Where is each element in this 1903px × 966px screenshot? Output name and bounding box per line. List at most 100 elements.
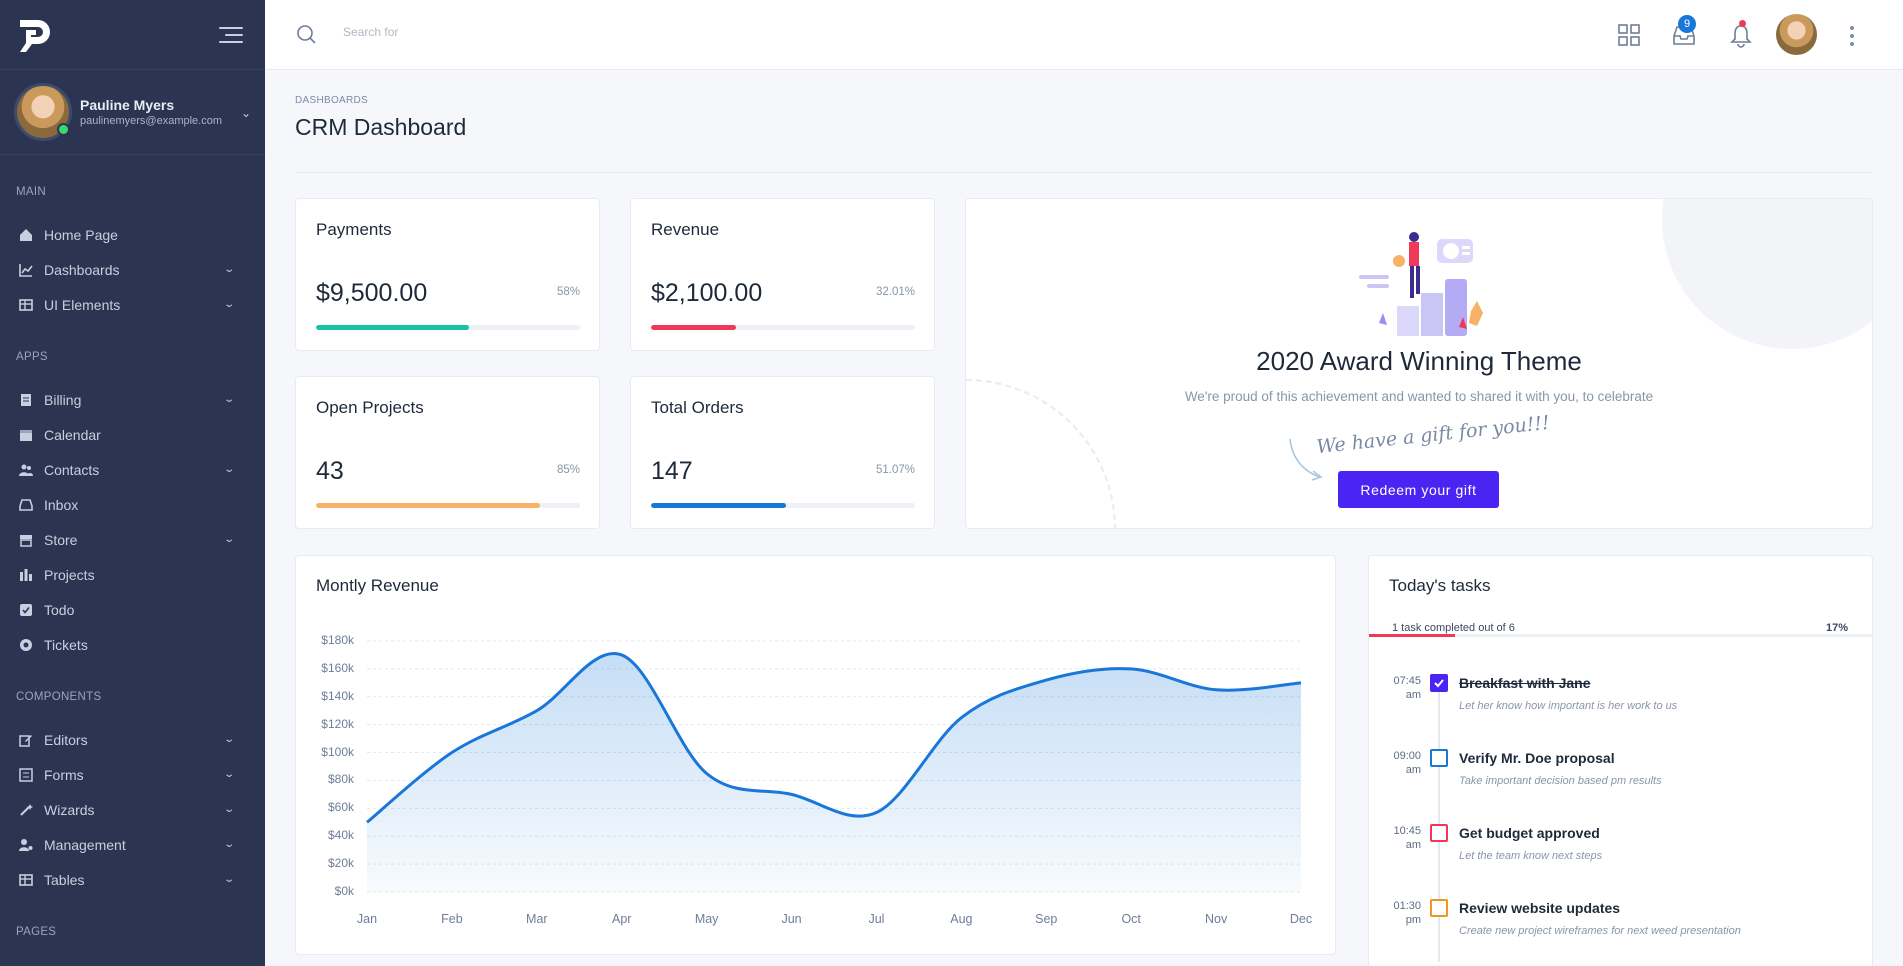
task-checkbox[interactable] <box>1430 749 1448 767</box>
task-time: 10:45 am <box>1393 825 1421 851</box>
sidebar-item-dashboards[interactable]: Dashboards ⌄ <box>0 252 265 287</box>
sidebar-section-components: Components <box>16 691 102 703</box>
search-input[interactable] <box>343 25 643 39</box>
sidebar-item-tables[interactable]: Tables ⌄ <box>0 862 265 897</box>
task-checkbox[interactable] <box>1430 899 1448 917</box>
stat-progress-fill <box>651 503 786 508</box>
sidebar-item-label: Home Page <box>44 226 118 243</box>
data-point-feb[interactable] <box>446 747 458 759</box>
chevron-down-icon: ⌄ <box>222 839 235 850</box>
sidebar-item-tickets[interactable]: Tickets <box>0 627 265 662</box>
gift-text: We have a gift for you!!! <box>1315 411 1551 459</box>
stat-percent: 51.07% <box>875 464 915 476</box>
stat-card-payments: Payments $9,500.00 58% <box>295 198 600 351</box>
stat-percent: 32.01% <box>875 286 915 298</box>
tasks-percent: 17% <box>1825 622 1848 634</box>
sidebar-section-pages: Pages <box>16 926 57 938</box>
menu-toggle-icon[interactable] <box>217 26 243 43</box>
divider <box>295 172 1873 173</box>
sidebar-item-contacts[interactable]: Contacts ⌄ <box>0 452 265 487</box>
chevron-down-icon[interactable]: ⌄ <box>241 106 251 120</box>
sidebar-item-wizards[interactable]: Wizards ⌄ <box>0 792 265 827</box>
stat-value: $2,100.00 <box>651 279 763 307</box>
topbar <box>265 0 1903 70</box>
award-illustration-icon <box>1359 232 1483 336</box>
stat-card-total-orders: Total Orders 147 51.07% <box>630 376 935 529</box>
notification-dot <box>1739 20 1746 27</box>
sidebar-user[interactable]: Pauline Myers paulinemyers@example.com ⌄ <box>0 70 265 155</box>
more-vertical-icon[interactable] <box>1849 26 1855 46</box>
breadcrumb[interactable]: DASHBOARDS <box>295 95 368 106</box>
chevron-down-icon: ⌄ <box>222 534 235 545</box>
sidebar-item-label: Wizards <box>44 801 95 818</box>
sidebar-section-apps: Apps <box>16 351 48 363</box>
sidebar-item-label: Contacts <box>44 461 100 478</box>
sidebar-item-management[interactable]: Management ⌄ <box>0 827 265 862</box>
task-checkbox[interactable] <box>1430 824 1448 842</box>
search-icon[interactable] <box>296 24 316 44</box>
sidebar-item-home-page[interactable]: Home Page <box>0 217 265 252</box>
chevron-down-icon: ⌄ <box>222 464 235 475</box>
revenue-area <box>367 653 1301 892</box>
task-description: Create new project wireframes for next w… <box>1459 925 1741 937</box>
sidebar-item-inbox[interactable]: Inbox <box>0 487 265 522</box>
sidebar: Pauline Myers paulinemyers@example.com ⌄… <box>0 0 265 966</box>
user-name: Pauline Myers <box>80 97 175 113</box>
sidebar-item-store[interactable]: Store ⌄ <box>0 522 265 557</box>
stat-progress-fill <box>651 325 736 330</box>
document-icon <box>21 393 31 406</box>
sidebar-item-label: Tables <box>44 871 85 888</box>
brand-logo[interactable] <box>16 16 54 54</box>
page-title: CRM Dashboard <box>295 114 467 140</box>
online-status-dot <box>57 123 70 136</box>
data-point-aug[interactable] <box>955 712 967 724</box>
calendar-icon <box>20 429 32 441</box>
data-point-may[interactable] <box>701 767 713 779</box>
data-point-nov[interactable] <box>1210 684 1222 696</box>
lifebuoy-icon <box>20 638 32 651</box>
chevron-down-icon: ⌄ <box>222 734 235 745</box>
sidebar-item-calendar[interactable]: Calendar <box>0 417 265 452</box>
sidebar-item-editors[interactable]: Editors ⌄ <box>0 722 265 757</box>
promo-subtitle: We're proud of this achievement and want… <box>1184 389 1654 404</box>
stat-percent: 58% <box>556 286 580 298</box>
task-time: 07:45 am <box>1393 675 1421 701</box>
stat-progress-bar <box>316 503 580 508</box>
stat-value: 147 <box>651 457 693 485</box>
sidebar-item-projects[interactable]: Projects <box>0 557 265 592</box>
apps-grid-icon[interactable] <box>1616 22 1642 48</box>
redeem-gift-button[interactable]: Redeem your gift <box>1338 471 1499 508</box>
avatar <box>14 83 72 141</box>
stat-progress-fill <box>316 325 470 330</box>
sidebar-header <box>0 0 265 70</box>
data-point-dec[interactable] <box>1295 677 1307 689</box>
form-icon <box>19 767 33 782</box>
sidebar-item-label: Inbox <box>44 496 79 513</box>
data-point-jun[interactable] <box>786 788 798 800</box>
sidebar-item-ui-elements[interactable]: UI Elements ⌄ <box>0 287 265 322</box>
sidebar-item-todo[interactable]: Todo <box>0 592 265 627</box>
data-point-jan[interactable] <box>361 816 373 828</box>
stat-progress-fill <box>316 503 541 508</box>
task-description: Let her know how important is her work t… <box>1459 700 1678 712</box>
tasks-progress-bar <box>1369 634 1872 637</box>
data-point-oct[interactable] <box>1125 663 1137 675</box>
tasks-title: Today's tasks <box>1389 576 1491 595</box>
sidebar-item-label: Tickets <box>44 636 88 653</box>
data-point-apr[interactable] <box>616 649 628 661</box>
sidebar-item-forms[interactable]: Forms ⌄ <box>0 757 265 792</box>
sidebar-item-label: Management <box>44 836 126 853</box>
tasks-progress-fill <box>1369 634 1455 637</box>
stat-card-open-projects: Open Projects 43 85% <box>295 376 600 529</box>
stat-title: Payments <box>316 220 392 239</box>
sidebar-item-label: Forms <box>44 766 84 783</box>
data-point-jul[interactable] <box>870 807 882 819</box>
edit-icon <box>19 734 32 747</box>
stat-value: $9,500.00 <box>316 279 428 307</box>
avatar[interactable] <box>1776 14 1817 55</box>
data-point-sep[interactable] <box>1040 674 1052 686</box>
sidebar-item-billing[interactable]: Billing ⌄ <box>0 382 265 417</box>
data-point-mar[interactable] <box>531 705 543 717</box>
stat-percent: 85% <box>556 464 580 476</box>
task-checkbox[interactable] <box>1430 674 1448 692</box>
